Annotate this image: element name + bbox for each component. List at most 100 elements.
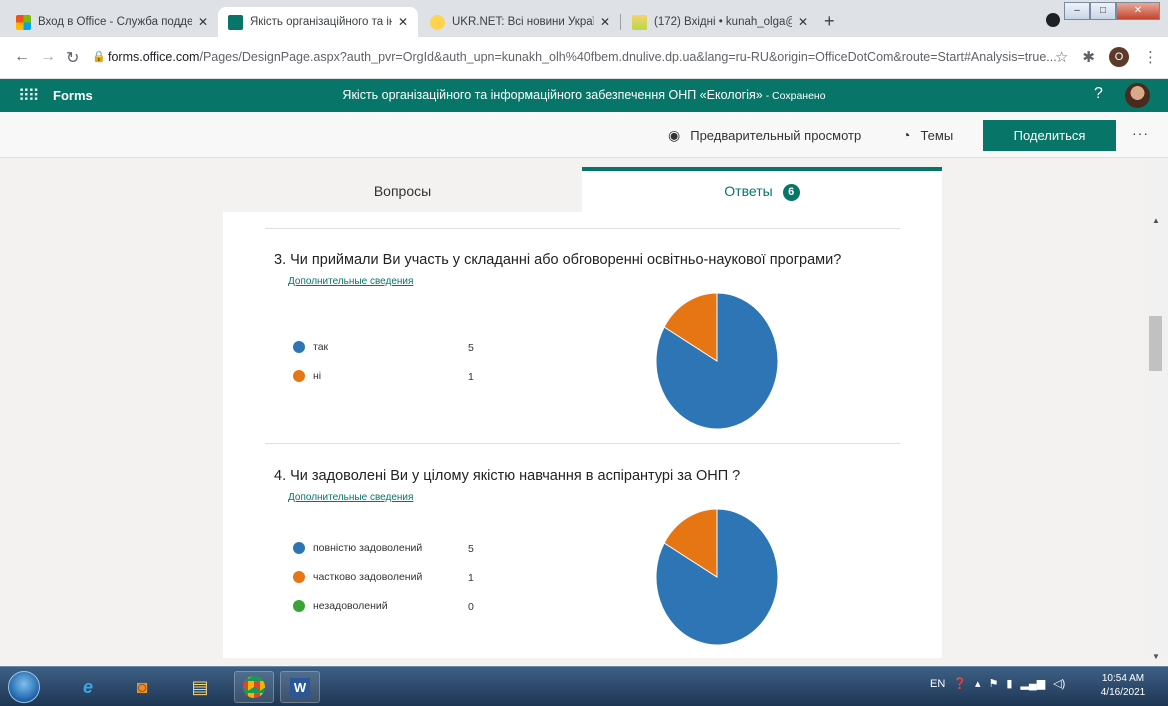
question-title: 4. Чи задоволені Ви у цілому якістю навч… xyxy=(274,468,741,484)
word-icon[interactable]: W xyxy=(280,671,320,703)
help-icon[interactable]: ? xyxy=(1094,85,1103,103)
close-tab-icon[interactable]: ✕ xyxy=(398,15,408,29)
back-arrow-icon[interactable]: ← xyxy=(14,48,30,66)
windows-taskbar: e ◙ ▤ W EN ❓ ▴ ⚑ ▮ ▂▄▆ ◁) 10:54 AM 4/16/… xyxy=(0,666,1168,706)
pie-chart-q3[interactable] xyxy=(655,293,779,429)
browser-tab-forms[interactable]: Якість організаційного та інфор ✕ xyxy=(218,7,418,37)
legend-dot-icon xyxy=(293,571,305,583)
palette-icon: ◔ xyxy=(902,127,911,143)
legend-item: частково задоволений xyxy=(293,571,422,583)
extensions-puzzle-icon[interactable]: ✱ xyxy=(1082,48,1095,66)
form-title: Якість організаційного та інформаційного… xyxy=(0,88,1168,102)
legend-count: 0 xyxy=(468,601,474,613)
signal-bars-icon[interactable]: ▂▄▆ xyxy=(1020,677,1045,690)
tab-separator xyxy=(620,14,621,30)
themes-label: Темы xyxy=(920,127,954,143)
user-avatar[interactable] xyxy=(1125,83,1150,108)
tab-title: Вход в Office - Служба поддерж xyxy=(38,16,192,28)
close-tab-icon[interactable]: ✕ xyxy=(198,15,208,29)
tab-title: (172) Вхідні • kunah_olga@ukr.n xyxy=(654,16,792,28)
command-bar: ◉ Предварительный просмотр ◔ Темы Подели… xyxy=(0,112,1168,158)
window-controls: – □ ✕ xyxy=(1064,2,1160,20)
tab-questions[interactable]: Вопросы xyxy=(223,167,582,212)
main-content: Вопросы Ответы 6 3. Чи приймали Ви участь… xyxy=(0,158,1168,658)
reload-icon[interactable]: ↻ xyxy=(66,48,79,68)
browser-tab-strip: Вход в Office - Служба поддерж ✕ Якість … xyxy=(0,0,1168,37)
chrome-icon[interactable] xyxy=(234,671,274,703)
bookmark-star-icon[interactable]: ☆ xyxy=(1055,48,1068,66)
url-path: /Pages/DesignPage.aspx?auth_pvr=OrgId&au… xyxy=(199,50,1057,64)
responses-card: Вопросы Ответы 6 3. Чи приймали Ви участь… xyxy=(223,167,942,658)
scroll-up-arrow-icon[interactable]: ▲ xyxy=(1152,216,1160,225)
media-player-icon[interactable]: ◙ xyxy=(122,671,162,703)
form-tabs: Вопросы Ответы 6 xyxy=(223,167,942,212)
network-icon[interactable]: ▮ xyxy=(1006,677,1012,690)
tab-responses[interactable]: Ответы 6 xyxy=(582,167,942,212)
system-tray: EN ❓ ▴ ⚑ ▮ ▂▄▆ ◁) xyxy=(930,677,1065,691)
themes-button[interactable]: ◔ Темы xyxy=(902,127,953,143)
system-clock[interactable]: 10:54 AM 4/16/2021 xyxy=(1088,672,1158,700)
more-details-link[interactable]: Дополнительные сведения xyxy=(288,276,413,287)
start-button[interactable] xyxy=(8,671,40,703)
share-button[interactable]: Поделиться xyxy=(983,120,1116,151)
preview-label: Предварительный просмотр xyxy=(690,128,862,143)
scroll-down-arrow-icon[interactable]: ▼ xyxy=(1152,652,1160,661)
legend-label: незадоволений xyxy=(313,600,388,612)
url-field[interactable]: forms.office.com/Pages/DesignPage.aspx?a… xyxy=(108,50,1057,64)
legend-count: 5 xyxy=(468,543,474,555)
close-window-button[interactable]: ✕ xyxy=(1116,2,1160,20)
scroll-thumb[interactable] xyxy=(1149,316,1162,371)
legend-label: частково задоволений xyxy=(313,571,423,583)
url-domain: forms.office.com xyxy=(108,50,200,64)
page-scrollbar[interactable]: ▲ ▼ xyxy=(1145,158,1168,661)
legend-dot-icon xyxy=(293,370,305,382)
legend-item: незадоволений xyxy=(293,600,388,612)
divider xyxy=(265,443,900,444)
forms-logo-icon xyxy=(228,14,243,30)
save-status: - Сохранено xyxy=(762,90,826,102)
divider xyxy=(265,228,900,229)
legend-label: так xyxy=(313,341,329,353)
browser-menu-icon[interactable]: ⋮ xyxy=(1143,48,1158,66)
legend-dot-icon xyxy=(293,341,305,353)
action-center-flag-icon[interactable]: ⚑ xyxy=(989,677,999,690)
legend-label: повністю задоволений xyxy=(313,542,423,554)
language-indicator[interactable]: EN xyxy=(930,678,945,690)
address-bar-icons: ☆ ✱ O ⋮ xyxy=(1055,47,1158,67)
question-title: 3. Чи приймали Ви участь у складанні або… xyxy=(274,252,842,268)
help-tray-icon[interactable]: ❓ xyxy=(953,677,967,690)
clock-time: 10:54 AM xyxy=(1101,673,1145,684)
close-tab-icon[interactable]: ✕ xyxy=(600,15,610,29)
file-explorer-icon[interactable]: ▤ xyxy=(180,671,220,703)
internet-explorer-icon[interactable]: e xyxy=(68,671,108,703)
pie-chart-q4[interactable] xyxy=(655,509,779,645)
browser-tab-office-login[interactable]: Вход в Office - Служба поддерж ✕ xyxy=(6,7,218,37)
legend-label: ні xyxy=(313,370,322,382)
more-options-icon[interactable]: ··· xyxy=(1132,125,1149,141)
tab-title: Якість організаційного та інфор xyxy=(250,16,392,28)
maximize-button[interactable]: □ xyxy=(1090,2,1116,20)
legend-count: 5 xyxy=(468,342,474,354)
close-tab-icon[interactable]: ✕ xyxy=(798,15,808,29)
legend-dot-icon xyxy=(293,600,305,612)
tab-responses-label: Ответы xyxy=(724,183,773,199)
lock-icon: 🔒 xyxy=(92,51,106,63)
new-tab-plus-icon[interactable]: + xyxy=(824,12,835,30)
preview-button[interactable]: ◉ Предварительный просмотр xyxy=(668,127,861,144)
address-bar: ← → ↻ 🔒 forms.office.com/Pages/DesignPag… xyxy=(0,37,1168,79)
legend-count: 1 xyxy=(468,371,474,383)
ukrnet-logo-icon xyxy=(430,14,445,30)
volume-icon[interactable]: ◁) xyxy=(1053,677,1065,690)
browser-tab-mail[interactable]: (172) Вхідні • kunah_olga@ukr.n ✕ xyxy=(622,7,818,37)
legend-item: ні xyxy=(293,370,321,382)
browser-profile-dot-icon[interactable] xyxy=(1046,13,1060,27)
microsoft-logo-icon xyxy=(16,14,31,30)
legend-count: 1 xyxy=(468,572,474,584)
legend-dot-icon xyxy=(293,542,305,554)
browser-tab-ukrnet[interactable]: UKR.NET: Всі новини України, о ✕ xyxy=(420,7,620,37)
show-hidden-icons-arrow-icon[interactable]: ▴ xyxy=(975,677,981,690)
more-details-link[interactable]: Дополнительные сведения xyxy=(288,492,413,503)
profile-avatar[interactable]: O xyxy=(1109,47,1129,67)
minimize-button[interactable]: – xyxy=(1064,2,1090,20)
forward-arrow-icon[interactable]: → xyxy=(40,48,56,66)
